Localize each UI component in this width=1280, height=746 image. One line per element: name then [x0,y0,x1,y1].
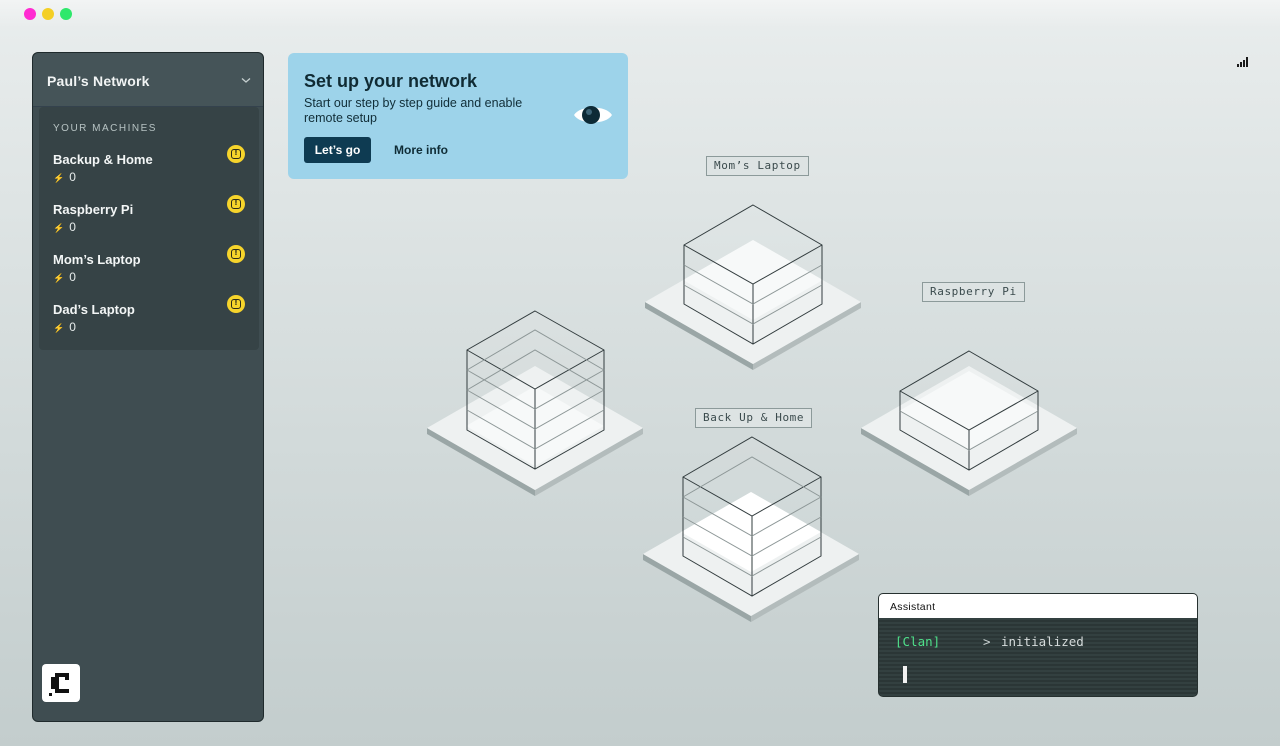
terminal-cursor [903,666,907,683]
node-label-raspberry-pi[interactable]: Raspberry Pi [922,282,1025,302]
assistant-title: Assistant [879,594,1197,618]
assistant-terminal[interactable]: [Clan] > initialized [879,618,1197,696]
node-label-moms-laptop[interactable]: Mom’s Laptop [706,156,809,176]
node-label-backup-home[interactable]: Back Up & Home [695,408,813,428]
assistant-panel: Assistant [Clan] > initialized [878,593,1198,697]
terminal-prompt: > [983,634,991,649]
terminal-line: [Clan] > initialized [895,634,1084,649]
terminal-tag: [Clan] [895,634,941,649]
terminal-message: initialized [1001,634,1084,649]
